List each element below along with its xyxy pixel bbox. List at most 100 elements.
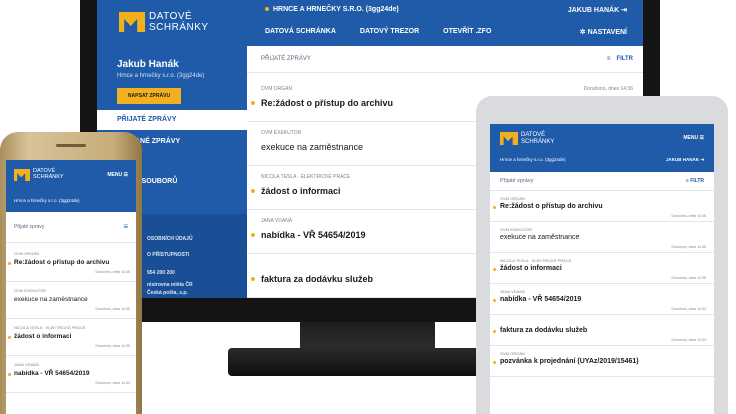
settings-button[interactable]: ✲ NASTAVENÍ xyxy=(580,28,627,36)
message-subject: žádost o informaci xyxy=(500,265,562,272)
message-sender: JANA VDANÁ xyxy=(261,218,293,224)
unread-indicator xyxy=(251,101,255,105)
filter-icon[interactable]: ≡ xyxy=(123,222,128,231)
message-row[interactable]: JANA VDANÁ nabídka - VŘ 54654/2019 Doruč… xyxy=(6,357,136,393)
message-row[interactable]: JANA VDANÁ nabídka - VŘ 54654/2019 Doruč… xyxy=(490,285,714,315)
phone-screen: DATOVÉ SCHRÁNKY MENU ☰ Hrnce a hrnečky s… xyxy=(6,160,136,414)
settings-label: NASTAVENÍ xyxy=(587,29,627,36)
org-selector[interactable]: Hrnce a hrnečky s.r.o. (3gg24de) xyxy=(500,157,566,162)
logo-line-2: SCHRÁNKY xyxy=(149,22,209,33)
divider xyxy=(490,190,714,191)
message-row[interactable]: faktura za dodávku služeb Doručeno, dnes… xyxy=(490,316,714,346)
unread-indicator xyxy=(493,268,496,271)
sidebar-user-name: Jakub Hanák xyxy=(117,59,179,70)
hamburger-icon: ☰ xyxy=(699,135,704,141)
menu-label: MENU xyxy=(683,135,699,141)
footer-link-accessibility[interactable]: O PŘÍSTUPNOSTI xyxy=(147,252,189,258)
message-sender: NICOLA TESLA · ELEKTRICKÉ PRÁCE xyxy=(500,258,572,263)
logo-line-2: SCHRÁNKY xyxy=(33,174,64,180)
message-sender: OVM ORGÁN xyxy=(500,196,525,201)
gear-icon: ✲ xyxy=(579,29,586,36)
user-name: JAKUB HANÁK xyxy=(665,157,699,162)
filter-label: FILTR xyxy=(616,56,633,62)
logout-icon: ⇥ xyxy=(621,7,627,14)
device-mockup-stage: DATOVÉ SCHRÁNKY HRNCE A HRNEČKY S.R.O. (… xyxy=(0,0,736,414)
unread-indicator xyxy=(8,262,11,265)
logo[interactable]: DATOVÉ SCHRÁNKY xyxy=(521,132,554,146)
unread-indicator xyxy=(8,336,11,339)
main-nav: DATOVÁ SCHRÁNKA DATOVÝ TREZOR OTEVŘÍT .Z… xyxy=(265,28,491,35)
message-subject: nabídka - VŘ 54654/2019 xyxy=(14,370,90,377)
message-sender: JANA VDANÁ xyxy=(14,362,39,367)
message-row[interactable]: OVM ORGÁN Re:žádost o přístup do archivu… xyxy=(490,192,714,222)
message-subject: pozvánka k projednání (UYAz/2019/15461) xyxy=(500,358,639,365)
tablet-device: DATOVÉ SCHRÁNKY MENU ☰ Hrnce a hrnečky s… xyxy=(476,96,728,414)
message-sender: OVM ORGÁN xyxy=(14,251,39,256)
message-sender: OVM EXEKUTOR xyxy=(261,130,302,136)
footer-link-privacy[interactable]: OSOBNÍCH ÚDAJŮ xyxy=(147,236,193,242)
message-row[interactable]: NICOLA TESLA · ELEKTRICKÉ PRÁCE žádost o… xyxy=(6,320,136,356)
user-logout[interactable]: JAKUB HANÁK ⇥ xyxy=(666,157,704,163)
filter-icon: ≡ xyxy=(685,178,689,184)
org-selector[interactable]: Hrnce a hrnečky s.r.o. (3gg24de) xyxy=(14,198,80,203)
message-row[interactable]: OVM ORGÁN Re:žádost o přístup do archivu… xyxy=(6,246,136,282)
logo-mark-icon xyxy=(119,12,145,32)
filter-button[interactable]: ≡ FILTR xyxy=(607,56,633,62)
message-subject: nabídka - VŘ 54654/2019 xyxy=(261,230,366,240)
filter-label: FILTR xyxy=(690,178,704,184)
message-subject: Re:žádost o přístup do archivu xyxy=(261,98,394,108)
message-subject: Re:žádost o přístup do archivu xyxy=(500,203,603,210)
unread-indicator xyxy=(251,189,255,193)
unread-indicator xyxy=(493,361,496,364)
message-date: Doručeno, dnes 14:36 xyxy=(671,214,706,218)
footer-operator-1: nistrovna mléta ČR xyxy=(147,282,193,288)
divider xyxy=(247,72,643,73)
message-sender: JANA VDANÁ xyxy=(500,289,525,294)
user-logout[interactable]: JAKUB HANÁK ⇥ xyxy=(568,6,627,14)
message-date: Doručeno, dnes 14:34 xyxy=(671,307,706,311)
menu-button[interactable]: MENU ☰ xyxy=(683,135,704,141)
message-subject: faktura za dodávku služeb xyxy=(261,274,374,284)
message-subject: žádost o informaci xyxy=(14,333,72,340)
page-title: Přijaté zprávy xyxy=(500,178,534,184)
org-selector[interactable]: HRNCE A HRNEČKY S.R.O. (3gg24de) xyxy=(265,6,399,13)
user-name: JAKUB HANÁK xyxy=(567,7,620,14)
nav-otevrit-zfo[interactable]: OTEVŘÍT .ZFO xyxy=(443,28,491,35)
filter-button[interactable]: ≡ FILTR xyxy=(686,178,704,184)
message-subject: Re:žádost o přístup do archivu xyxy=(14,259,110,266)
monitor-stand-neck xyxy=(300,322,435,350)
sidebar-item-sent[interactable]: ANÉ ZPRÁVY xyxy=(135,138,180,145)
message-date: Doručeno, dnes 14:35 xyxy=(671,245,706,249)
logo[interactable]: DATOVÉ SCHRÁNKY xyxy=(33,168,64,180)
message-row[interactable]: OVM EXEKUTOR exekuce na zaměstnance Doru… xyxy=(6,283,136,319)
nav-datovy-trezor[interactable]: DATOVÝ TREZOR xyxy=(360,28,419,35)
compose-button[interactable]: NAPSAT ZPRÁVU xyxy=(117,88,181,104)
unread-indicator xyxy=(8,373,11,376)
unread-indicator xyxy=(251,277,255,281)
message-date: Doručeno, dnes 14:35 xyxy=(671,276,706,280)
message-sender: NICOLA TESLA · ELEKTRICKÉ PRÁCE xyxy=(261,174,351,180)
message-date: Doručeno, dnes 14:36 xyxy=(583,86,633,92)
message-row[interactable]: OVM ORGÁN pozvánka k projednání (UYAz/20… xyxy=(490,347,714,377)
message-subject: exekuce na zaměstnance xyxy=(500,234,580,241)
message-sender: OVM ORGÁN xyxy=(261,86,293,92)
logo[interactable]: DATOVÉ SCHRÁNKY xyxy=(149,11,209,33)
message-subject: žádost o informaci xyxy=(261,186,341,196)
tablet-header: DATOVÉ SCHRÁNKY MENU ☰ Hrnce a hrnečky s… xyxy=(490,124,714,172)
message-date: Doručeno, dnes 14:34 xyxy=(95,381,130,385)
menu-button[interactable]: MENU ☰ xyxy=(107,172,128,178)
hamburger-icon: ☰ xyxy=(123,172,128,178)
phone-device: DATOVÉ SCHRÁNKY MENU ☰ Hrnce a hrnečky s… xyxy=(0,132,142,414)
page-title: PŘIJATÉ ZPRÁVY xyxy=(261,56,311,62)
unread-indicator xyxy=(493,299,496,302)
sidebar-company: Hrnce a hrnečky s.r.o. (3gg24de) xyxy=(117,73,205,79)
phone-header: DATOVÉ SCHRÁNKY MENU ☰ Hrnce a hrnečky s… xyxy=(6,160,136,212)
message-row[interactable]: NICOLA TESLA · ELEKTRICKÉ PRÁCE žádost o… xyxy=(490,254,714,284)
nav-datova-schranka[interactable]: DATOVÁ SCHRÁNKA xyxy=(265,28,336,35)
phone-speaker xyxy=(56,144,86,147)
message-row[interactable]: OVM EXEKUTOR exekuce na zaměstnance Doru… xyxy=(490,223,714,253)
logo-line-1: DATOVÉ xyxy=(149,11,193,22)
message-sender: OVM EXEKUTOR xyxy=(500,227,533,232)
sidebar-item-received[interactable]: PŘIJATÉ ZPRÁVY xyxy=(97,110,247,130)
message-date: Doručeno, dnes 14:33 xyxy=(671,338,706,342)
